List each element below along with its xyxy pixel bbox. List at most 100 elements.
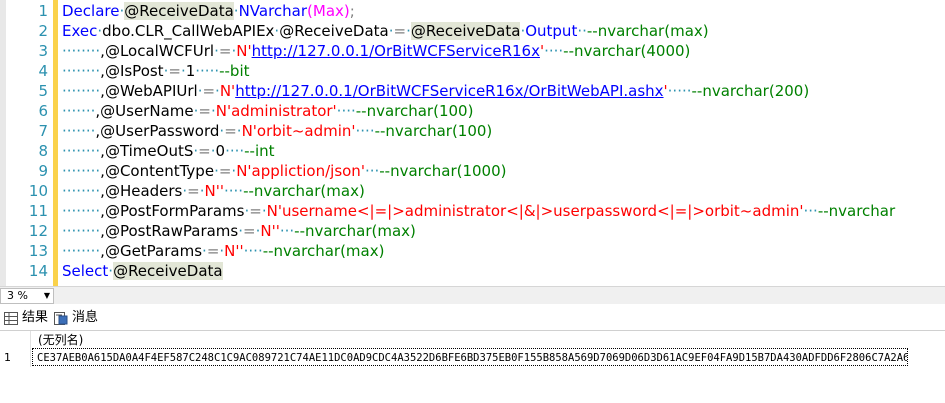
line-number: 11 — [28, 202, 48, 220]
equals-sign: = — [202, 82, 216, 100]
line-number: 9 — [38, 162, 48, 180]
code-line-11[interactable]: ········,@PostFormParams·=·N'username<|=… — [62, 201, 895, 221]
code-line-5[interactable]: ········,@WebAPIUrl·=·N'http://127.0.0.1… — [62, 81, 809, 101]
value: 1 — [185, 62, 196, 80]
results-tab-bar: 结果 消息 — [0, 304, 945, 331]
param-content-type: ,@ContentType — [100, 162, 215, 180]
line-number: 12 — [28, 222, 48, 240]
string-literal: N'' — [260, 222, 280, 240]
param-receive-data: @ReceiveData — [279, 22, 389, 40]
column-header-label: (无列名) — [38, 333, 84, 347]
code-line-2[interactable]: Exec·dbo.CLR_CallWebAPIEx·@ReceiveData·=… — [62, 21, 709, 41]
keyword-exec: Exec — [62, 22, 98, 40]
comment: --nvarchar(100) — [355, 102, 474, 120]
results-grid[interactable]: (无列名) 1 CE37AEB0A615DA0A4F4EF587C248C1C9… — [0, 331, 945, 403]
param-post-raw-params: ,@PostRawParams — [100, 222, 239, 240]
code-line-9[interactable]: ········,@ContentType·=·N'appliction/jso… — [62, 161, 507, 181]
equals-sign: = — [393, 22, 407, 40]
line-number: 8 — [38, 142, 48, 160]
param-web-api-url: ,@WebAPIUrl — [100, 82, 198, 100]
column-header[interactable]: (无列名) — [30, 331, 910, 349]
param-local-wcf-url: ,@LocalWCFUrl — [100, 42, 215, 60]
line-number: 6 — [38, 102, 48, 120]
code-line-3[interactable]: ········,@LocalWCFUrl·=·N'http://127.0.0… — [62, 41, 690, 61]
param-get-params: ,@GetParams — [100, 242, 203, 260]
variable-receive-data: @ReceiveData — [113, 262, 223, 280]
code-line-7[interactable]: ·······,@UserPassword·=·N'orbit~admin'··… — [62, 121, 492, 141]
equals-sign: = — [198, 142, 211, 160]
equals-sign: = — [218, 42, 232, 60]
chevron-down-icon: ▼ — [43, 291, 50, 300]
comment: --bit — [219, 62, 250, 80]
equals-sign: = — [218, 162, 232, 180]
equals-sign: = — [198, 102, 211, 120]
string-prefix: N' — [219, 82, 236, 100]
tab-results-label: 结果 — [22, 310, 49, 325]
variable-receive-data: @ReceiveData — [124, 2, 234, 20]
change-tracking-bar — [53, 0, 58, 286]
procedure-name: dbo.CLR_CallWebAPIEx — [102, 22, 275, 40]
variable-receive-data: @ReceiveData — [410, 22, 521, 40]
row-header-divider — [30, 331, 31, 367]
equals-sign: = — [187, 182, 200, 200]
row-number[interactable]: 1 — [0, 349, 28, 367]
equals-sign: = — [224, 122, 237, 140]
line-number: 14 — [28, 262, 48, 280]
value: 0 — [215, 142, 226, 160]
tab-messages-label: 消息 — [72, 310, 99, 325]
editor-status-bar: 3 % ▼ — [0, 286, 945, 304]
comment: --nvarchar(1000) — [379, 162, 507, 180]
result-cell[interactable]: CE37AEB0A615DA0A4F4EF587C248C1C9AC089721… — [32, 348, 908, 366]
type-size: (Max) — [307, 2, 350, 20]
line-number: 3 — [38, 42, 48, 60]
url-link[interactable]: http://127.0.0.1/OrBitWCFServiceR16x — [252, 42, 540, 60]
zoom-dropdown[interactable]: 3 % ▼ — [0, 288, 54, 304]
string-literal: N'orbit~admin' — [241, 122, 356, 140]
code-line-4[interactable]: ········,@IsPost·=·1·····--bit — [62, 61, 250, 81]
comment: --nvarchar(4000) — [563, 42, 691, 60]
string-literal: N'' — [204, 182, 224, 200]
keyword-declare: Declare — [62, 2, 120, 20]
string-literal: N'administrator' — [215, 102, 337, 120]
code-line-13[interactable]: ········,@GetParams·=·N''····--nvarchar(… — [62, 241, 384, 261]
line-number: 2 — [38, 22, 48, 40]
code-line-8[interactable]: ········,@TimeOutS·=·0····--int — [62, 141, 275, 161]
code-line-6[interactable]: ·······,@UserName·=·N'administrator'····… — [62, 101, 473, 121]
comment: --int — [244, 142, 275, 160]
sql-editor[interactable]: 1 2 3 4 5 6 7 8 9 10 11 12 13 14 Declare… — [0, 0, 945, 286]
code-line-14[interactable]: Select·@ReceiveData — [62, 261, 223, 281]
param-user-password: ,@UserPassword — [95, 122, 220, 140]
param-headers: ,@Headers — [100, 182, 183, 200]
semicolon: ; — [349, 2, 355, 20]
comment: --nvarchar(200) — [691, 82, 810, 100]
code-line-10[interactable]: ········,@Headers·=·N''····--nvarchar(ma… — [62, 181, 365, 201]
tab-messages[interactable]: 消息 — [54, 307, 98, 329]
param-post-form-params: ,@PostFormParams — [100, 202, 245, 220]
equals-sign: = — [206, 242, 220, 260]
code-line-12[interactable]: ········,@PostRawParams·=·N''···--nvarch… — [62, 221, 416, 241]
line-number: 13 — [28, 242, 48, 260]
zoom-value: 3 % — [7, 289, 28, 302]
line-number: 4 — [38, 62, 48, 80]
comment: --nvarchar — [817, 202, 896, 220]
comment: --nvarchar(max) — [243, 182, 365, 200]
comment: --nvarchar(max) — [294, 222, 416, 240]
equals-sign: = — [249, 202, 262, 220]
string-prefix: N' — [236, 42, 252, 60]
message-icon — [54, 311, 68, 325]
url-link[interactable]: http://127.0.0.1/OrBitWCFServiceR16x/OrB… — [235, 82, 663, 100]
code-line-1[interactable]: Declare·@ReceiveData·NVarchar(Max); — [62, 1, 355, 21]
comment: --nvarchar(max) — [262, 242, 385, 260]
keyword-output: Output — [525, 22, 578, 40]
keyword-select: Select — [62, 262, 109, 280]
param-is-post: ,@IsPost — [100, 62, 164, 80]
editor-margin — [0, 0, 6, 286]
comment: --nvarchar(max) — [586, 22, 709, 40]
equals-sign: = — [243, 222, 256, 240]
string-literal: N'' — [224, 242, 244, 260]
string-literal: N'username<|=|>administrator<|&|>userpas… — [266, 202, 804, 220]
comment: --nvarchar(100) — [374, 122, 493, 140]
tab-results[interactable]: 结果 — [4, 307, 48, 329]
param-user-name: ,@UserName — [95, 102, 194, 120]
line-number: 5 — [38, 82, 48, 100]
